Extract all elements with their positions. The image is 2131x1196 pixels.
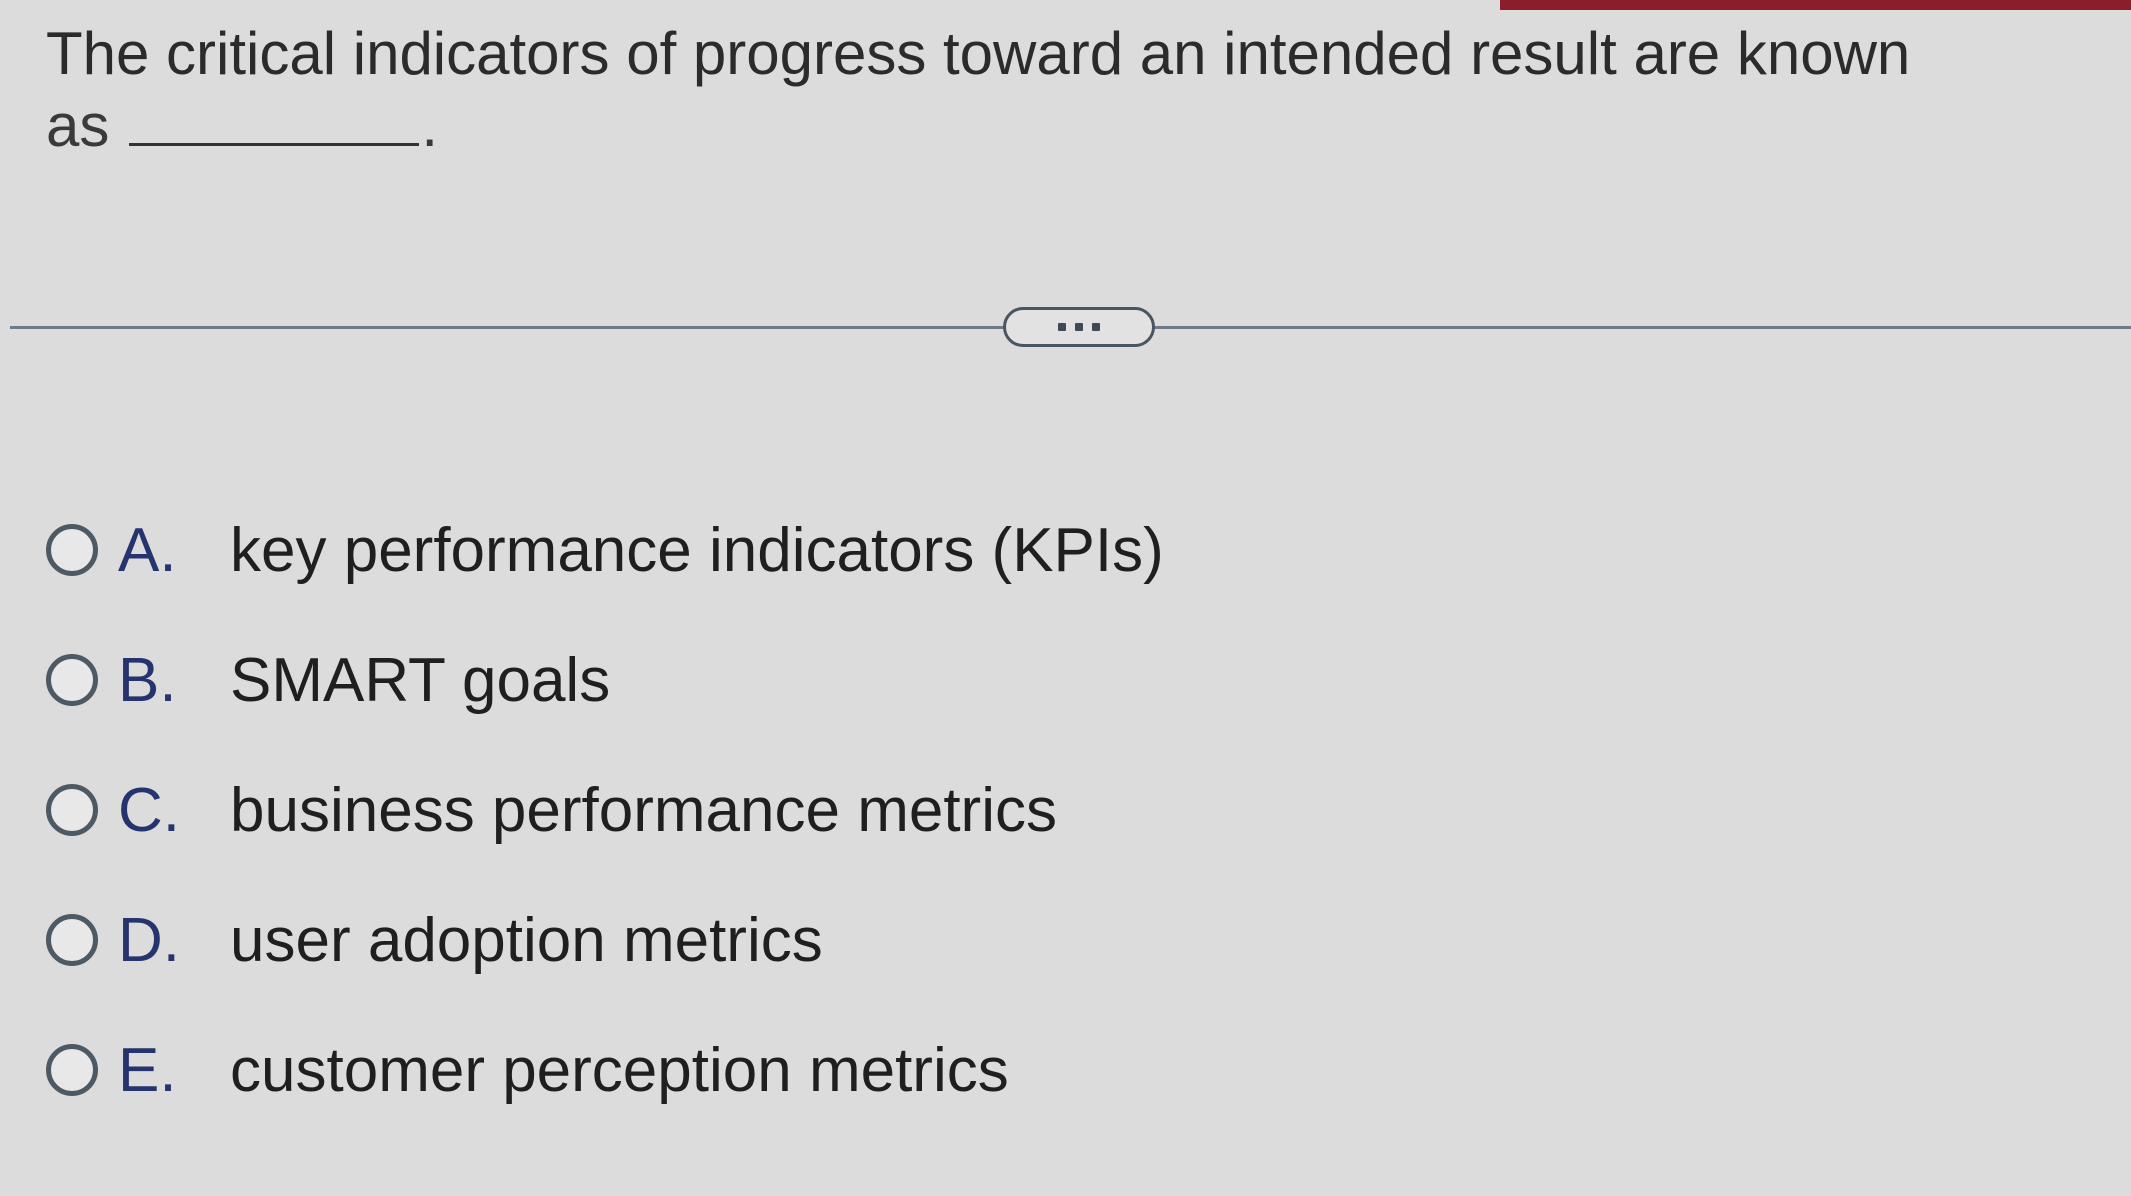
radio-button-a[interactable] [46, 524, 98, 576]
ellipsis-icon [1092, 323, 1100, 331]
radio-button-b[interactable] [46, 654, 98, 706]
option-e[interactable]: E. customer perception metrics [46, 1025, 1009, 1115]
option-text: key performance indicators (KPIs) [230, 515, 1164, 585]
option-text: business performance metrics [230, 775, 1057, 845]
option-letter: E. [118, 1035, 177, 1105]
radio-button-e[interactable] [46, 1044, 98, 1096]
radio-button-c[interactable] [46, 784, 98, 836]
option-text: user adoption metrics [230, 905, 823, 975]
option-letter: B. [118, 645, 177, 715]
question-line-2-prefix: as [46, 92, 110, 159]
radio-button-d[interactable] [46, 914, 98, 966]
ellipsis-icon [1075, 323, 1083, 331]
option-c[interactable]: C. business performance metrics [46, 765, 1057, 855]
top-accent-bar [1500, 0, 2131, 10]
question-text: The critical indicators of progress towa… [46, 18, 2046, 162]
answer-blank [129, 97, 420, 146]
option-text: customer perception metrics [230, 1035, 1009, 1105]
ellipsis-icon [1058, 323, 1066, 331]
option-a[interactable]: A. key performance indicators (KPIs) [46, 505, 1164, 595]
question-line-2: as. [46, 90, 2046, 162]
expand-more-button[interactable] [1003, 307, 1155, 347]
option-b[interactable]: B. SMART goals [46, 635, 610, 725]
question-period: . [421, 92, 439, 159]
option-text: SMART goals [230, 645, 611, 715]
option-letter: D. [118, 905, 180, 975]
option-d[interactable]: D. user adoption metrics [46, 895, 823, 985]
question-line-1: The critical indicators of progress towa… [46, 20, 1911, 87]
option-letter: A. [118, 515, 177, 585]
option-letter: C. [118, 775, 180, 845]
